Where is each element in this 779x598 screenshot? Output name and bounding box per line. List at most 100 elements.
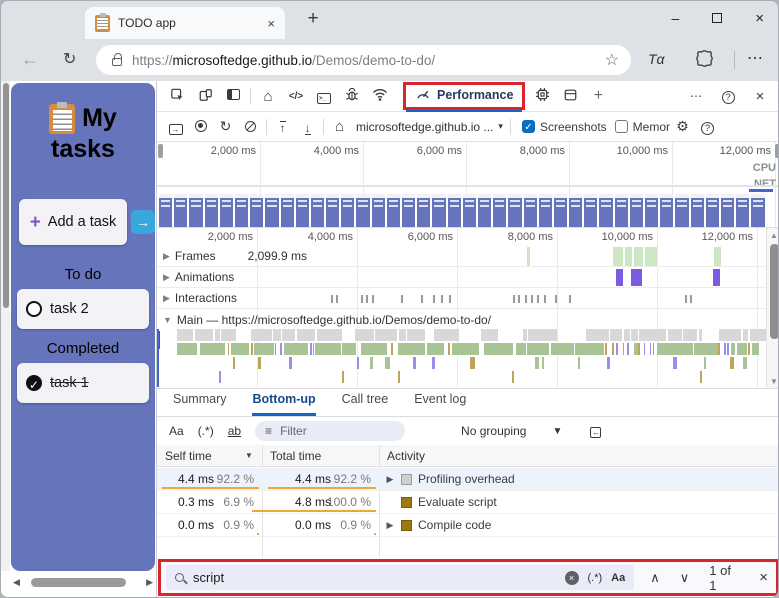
filter-input[interactable]: ≡ Filter	[255, 421, 406, 441]
col-self-time[interactable]: Self time	[165, 449, 212, 463]
task-item-completed[interactable]: ✓ task 1	[17, 363, 149, 403]
flame-segment	[391, 343, 394, 355]
flame-segment	[315, 343, 341, 355]
tab-close-icon[interactable]: ×	[267, 16, 275, 31]
task-item-todo[interactable]: task 2	[17, 289, 149, 329]
find-next-icon[interactable]: ∨	[680, 570, 690, 586]
back-icon[interactable]: ←	[21, 49, 39, 70]
col-total-time[interactable]: Total time	[270, 449, 321, 463]
find-input[interactable]: script × (.*) Aa	[166, 565, 635, 590]
scrollbar-thumb[interactable]	[30, 578, 126, 587]
tab-debugger-bug-icon[interactable]	[338, 87, 366, 105]
memory-checkbox-row[interactable]: Memor	[614, 120, 670, 134]
grouping-dropdown[interactable]: No grouping ▼	[461, 424, 562, 438]
heaviest-stack-icon[interactable]: ←	[590, 424, 602, 438]
whole-word-icon[interactable]: ab	[228, 424, 241, 438]
table-row[interactable]: 0.3 ms 6.9 % 4.8 ms 100.0 % Evaluate script	[157, 491, 778, 514]
table-row[interactable]: 0.0 ms 0.9 % 0.0 ms 0.9 % ▶ Compile code	[157, 514, 778, 537]
scrollbar-thumb[interactable]	[2, 83, 9, 308]
scroll-right-icon[interactable]: ▶	[146, 577, 153, 588]
favorites-star-icon[interactable]: ☆	[605, 50, 619, 70]
capture-settings-gear-icon[interactable]: ⚙	[670, 118, 695, 135]
tab-application-icon[interactable]	[556, 88, 584, 105]
toggle-sidebar-icon[interactable]: →	[163, 119, 188, 135]
devtools-tab-bar: ⌂ </> >_ Performance + ⋯ ? ×	[157, 81, 778, 112]
window-minimize-icon[interactable]: –	[671, 10, 679, 26]
overview-right-handle[interactable]	[775, 144, 778, 158]
find-match-case-icon[interactable]: Aa	[611, 572, 625, 584]
home-icon[interactable]: ⌂	[327, 118, 352, 135]
screenshot-thumbnail	[174, 194, 188, 227]
track-animations[interactable]: ▶ Animations	[157, 267, 766, 288]
scrollbar-thumb[interactable]	[770, 244, 778, 339]
browser-tab[interactable]: TODO app ×	[85, 7, 285, 39]
tab-welcome-home-icon[interactable]: ⌂	[254, 88, 282, 105]
overview-left-handle[interactable]	[158, 144, 163, 158]
page-vertical-scrollbar[interactable]	[1, 81, 10, 571]
device-emulation-icon[interactable]	[191, 88, 219, 105]
screenshots-checkbox-row[interactable]: ✓ Screenshots	[521, 120, 607, 134]
window-maximize-icon[interactable]	[712, 13, 723, 23]
flame-segment	[258, 357, 261, 369]
reload-icon[interactable]: ↻	[63, 49, 76, 69]
activity-label: Compile code	[418, 518, 492, 532]
window-close-icon[interactable]: ×	[755, 10, 764, 27]
task-checkbox-unchecked[interactable]	[26, 301, 42, 317]
dock-side-icon[interactable]	[219, 89, 247, 103]
add-task-button[interactable]: + Add a task	[19, 199, 127, 245]
page-selector-value: microsoftedge.github.io ...	[356, 119, 494, 134]
flame-segment	[407, 329, 425, 341]
record-reload-icon[interactable]: ↻	[213, 118, 238, 135]
track-main-header[interactable]: ▼ Main — https://microsoftedge.github.io/…	[157, 309, 766, 330]
tab-elements-icon[interactable]: </>	[282, 91, 310, 102]
devtools-help-icon[interactable]: ?	[714, 89, 742, 104]
details-tab-summary[interactable]: Summary	[173, 392, 226, 416]
toolbar-divider	[734, 51, 735, 69]
tab-memory-chip-icon[interactable]	[528, 87, 556, 105]
regex-icon[interactable]: (.*)	[198, 424, 214, 438]
read-aloud-icon[interactable]: Tα	[648, 51, 665, 67]
devtools-close-icon[interactable]: ×	[746, 88, 774, 105]
table-row[interactable]: 4.4 ms 92.2 % 4.4 ms 92.2 % ▶ Profiling overh…	[157, 468, 778, 491]
page-selector-dropdown[interactable]: microsoftedge.github.io ... ▾	[356, 120, 503, 134]
settings-more-icon[interactable]: ⋯	[747, 48, 764, 68]
task-checkbox-checked[interactable]: ✓	[26, 375, 42, 392]
tab-console-icon[interactable]: >_	[310, 89, 338, 104]
inspect-element-icon[interactable]	[163, 88, 191, 105]
new-tab-button[interactable]: +	[301, 8, 325, 30]
screenshot-filmstrip[interactable]	[159, 194, 765, 227]
screenshots-checkbox[interactable]: ✓	[521, 120, 535, 133]
memory-checkbox[interactable]	[614, 120, 628, 133]
browser-essentials-icon[interactable]	[695, 49, 714, 73]
cpu-label: CPU	[752, 162, 776, 174]
details-tab-bottom-up[interactable]: Bottom-up	[252, 392, 316, 416]
col-activity[interactable]: Activity	[387, 449, 425, 463]
match-case-icon[interactable]: Aa	[169, 424, 184, 438]
timeline-overview[interactable]: 2,000 ms 4,000 ms 6,000 ms 8,000 ms 10,000 m…	[157, 142, 778, 228]
find-previous-icon[interactable]: ∧	[650, 570, 660, 586]
find-close-icon[interactable]: ×	[759, 569, 768, 586]
details-tab-event-log[interactable]: Event log	[414, 392, 466, 416]
interaction-mark	[544, 295, 546, 303]
clear-recording-icon[interactable]	[238, 119, 263, 135]
more-tabs-plus-icon[interactable]: +	[584, 87, 612, 105]
save-profile-icon[interactable]: ↓	[295, 119, 320, 135]
load-profile-icon[interactable]: ↑	[270, 119, 295, 135]
details-tab-call-tree[interactable]: Call tree	[342, 392, 389, 416]
record-icon[interactable]	[188, 119, 213, 135]
tracks-scrollbar[interactable]: ▲ ▼	[766, 228, 778, 388]
main-flame-chart[interactable]	[157, 329, 776, 387]
clear-search-icon[interactable]: ×	[564, 570, 579, 585]
find-regex-icon[interactable]: (.*)	[588, 572, 603, 584]
perf-help-icon[interactable]: ?	[695, 118, 720, 135]
track-frames[interactable]: ▶ Frames 2,099.9 ms	[157, 246, 766, 267]
address-bar[interactable]: https://microsoftedge.github.io/Demos/de…	[96, 45, 631, 75]
devtools-more-icon[interactable]: ⋯	[682, 89, 710, 103]
tab-performance[interactable]: Performance	[402, 81, 526, 112]
scroll-left-icon[interactable]: ◀	[13, 577, 20, 588]
page-horizontal-scrollbar[interactable]: ◀ ▶	[11, 575, 155, 590]
submit-task-button[interactable]: →	[131, 210, 155, 234]
tab-network-wifi-icon[interactable]	[366, 88, 394, 104]
timeline-tracks[interactable]: 2,000 ms 4,000 ms 6,000 ms 8,000 ms 10,000 m…	[157, 228, 778, 389]
track-interactions[interactable]: ▶ Interactions	[157, 288, 766, 309]
